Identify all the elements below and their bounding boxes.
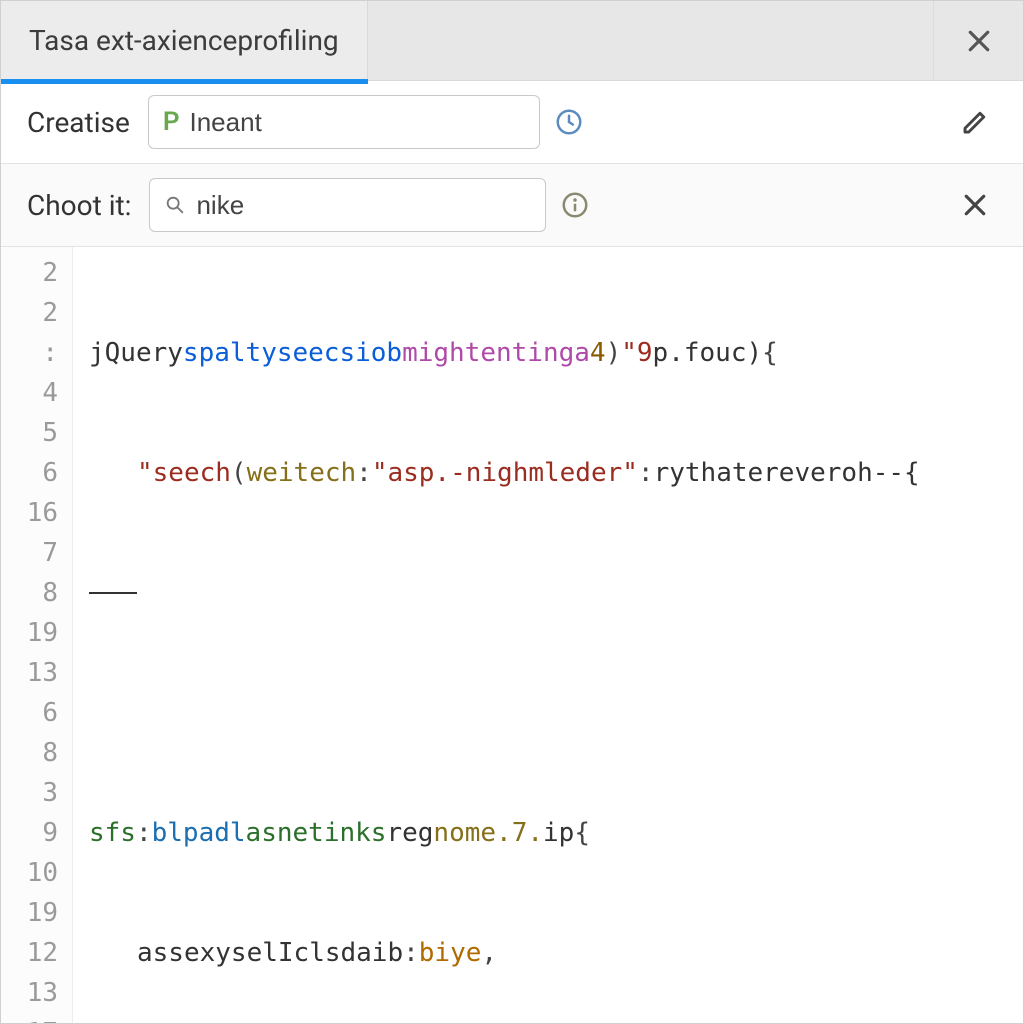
line-number: 2 — [1, 293, 58, 333]
line-number-gutter: 22:4561678191368391019121317 — [1, 247, 73, 1023]
line-number: 12 — [1, 933, 58, 973]
line-number: 13 — [1, 653, 58, 693]
search-label: Choot it: — [27, 189, 131, 222]
p-prefix-icon: P — [163, 107, 180, 137]
pencil-icon — [960, 107, 990, 137]
hr-rule — [89, 592, 137, 594]
code-line: assexy selIcls daib: biye, — [89, 933, 1023, 973]
tab-active[interactable]: Tasa ext-axienceprofiling — [1, 1, 368, 80]
toolbar-creatise: Creatise P — [1, 81, 1023, 164]
line-number: 5 — [1, 413, 58, 453]
search-field[interactable] — [196, 190, 531, 221]
creatise-label: Creatise — [27, 106, 130, 139]
code-line: sfs: blpadl asnet inks reg nome.7. ip { — [89, 813, 1023, 853]
search-input[interactable] — [149, 178, 546, 232]
close-icon — [960, 190, 990, 220]
line-number: 7 — [1, 533, 58, 573]
line-number: 13 — [1, 973, 58, 1013]
clock-icon[interactable] — [554, 107, 584, 137]
creatise-input[interactable]: P — [148, 95, 540, 149]
line-number: 3 — [1, 773, 58, 813]
line-number: 2 — [1, 253, 58, 293]
line-number: 10 — [1, 853, 58, 893]
line-number: 8 — [1, 573, 58, 613]
search-close-button[interactable] — [953, 183, 997, 227]
line-number: 6 — [1, 693, 58, 733]
code-line: jQuery spalty seecsiob mightentinga 4) "… — [89, 333, 1023, 373]
line-number: 19 — [1, 613, 58, 653]
tab-bar: Tasa ext-axienceprofiling — [1, 1, 1023, 81]
line-number: 6 — [1, 453, 58, 493]
code-content[interactable]: jQuery spalty seecsiob mightentinga 4) "… — [73, 247, 1023, 1023]
search-icon — [164, 194, 186, 216]
code-editor[interactable]: 22:4561678191368391019121317 jQuery spal… — [1, 247, 1023, 1023]
info-icon[interactable] — [560, 190, 590, 220]
code-line: "seech( weitech: "asp.-nighmleder": ryth… — [89, 453, 1023, 493]
toolbar-search: Choot it: — [1, 164, 1023, 247]
tab-close-button[interactable] — [933, 1, 1023, 80]
line-number: 17 — [1, 1013, 58, 1023]
line-number: 4 — [1, 373, 58, 413]
code-line — [89, 693, 1023, 733]
tab-title: Tasa ext-axienceprofiling — [29, 24, 339, 57]
close-icon — [964, 26, 994, 56]
line-number: 16 — [1, 493, 58, 533]
line-number: 8 — [1, 733, 58, 773]
line-number: 9 — [1, 813, 58, 853]
tab-spacer — [368, 1, 933, 80]
code-line — [89, 573, 1023, 613]
edit-button[interactable] — [953, 100, 997, 144]
line-number: 19 — [1, 893, 58, 933]
line-number: : — [1, 333, 58, 373]
creatise-field[interactable] — [190, 107, 525, 138]
editor-window: Tasa ext-axienceprofiling Creatise P Cho… — [0, 0, 1024, 1024]
